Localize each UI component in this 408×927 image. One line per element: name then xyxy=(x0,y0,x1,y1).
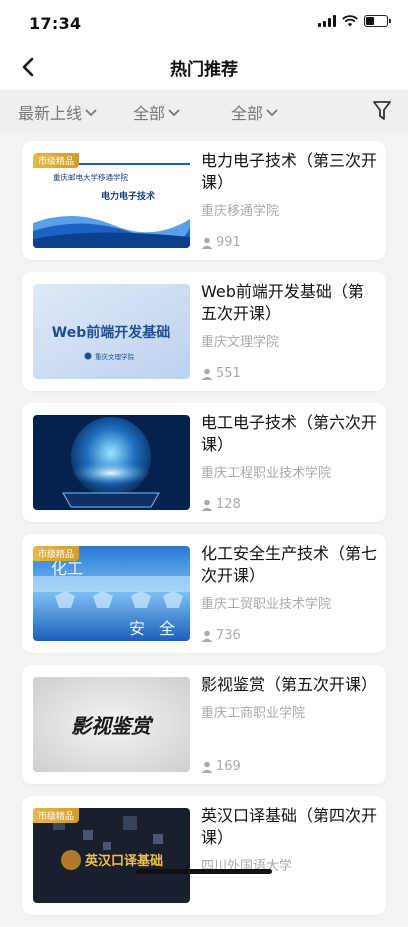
battery-icon xyxy=(364,15,391,27)
thumbnail-text: 重庆文理学院 xyxy=(95,352,135,361)
course-card[interactable]: 重庆邮电大学移通学院 电力电子技术 市级精品 电力电子技术（第三次开课） 重庆移… xyxy=(22,141,386,260)
student-count-value: 991 xyxy=(216,235,241,250)
wifi-icon xyxy=(342,15,358,27)
course-school: 重庆工程职业技术学院 xyxy=(201,466,332,481)
quality-badge: 市级精品 xyxy=(33,808,80,823)
course-card[interactable]: 电工电子技术（第六次开课） 重庆工程职业技术学院 128 xyxy=(22,403,386,522)
student-count: 991 xyxy=(201,235,241,250)
chevron-down-icon xyxy=(85,109,97,117)
course-card[interactable]: Web前端开发基础 重庆文理学院 Web前端开发基础（第五次开课） 重庆文理学院… xyxy=(22,272,386,391)
course-card[interactable]: 英汉口译基础 市级精品 英汉口译基础（第四次开课） 四川外国语大学 xyxy=(22,796,386,915)
student-count-value: 551 xyxy=(216,366,241,381)
person-icon xyxy=(201,499,213,511)
filter-funnel-icon[interactable] xyxy=(372,100,392,122)
sort-filter-label: 最新上线 xyxy=(18,104,83,123)
quality-badge: 市级精品 xyxy=(33,153,80,168)
person-icon xyxy=(201,368,213,380)
person-icon xyxy=(201,237,213,249)
course-thumbnail: 化工 安全 市级精品 xyxy=(33,546,190,641)
chevron-down-icon xyxy=(168,109,180,117)
course-school: 重庆工商职业学院 xyxy=(201,706,306,721)
course-school: 重庆文理学院 xyxy=(201,335,280,350)
person-icon xyxy=(201,761,213,773)
chevron-down-icon xyxy=(266,109,278,117)
course-thumbnail: 英汉口译基础 市级精品 xyxy=(33,808,190,903)
thumbnail-text: Web前端开发基础 xyxy=(52,324,170,341)
course-thumbnail: 重庆邮电大学移通学院 电力电子技术 市级精品 xyxy=(33,153,190,248)
course-title: 英汉口译基础（第四次开课） xyxy=(201,806,378,847)
course-title: Web前端开发基础（第五次开课） xyxy=(201,282,364,323)
quality-badge: 市级精品 xyxy=(33,546,80,561)
type-filter-label: 全部 xyxy=(231,104,264,123)
course-title: 电工电子技术（第六次开课） xyxy=(201,413,378,454)
page-title: 热门推荐 xyxy=(170,60,238,80)
course-title: 影视鉴赏（第五次开课） xyxy=(201,675,378,694)
course-list: 重庆邮电大学移通学院 电力电子技术 市级精品 电力电子技术（第三次开课） 重庆移… xyxy=(22,141,386,927)
student-count: 551 xyxy=(201,366,241,381)
status-time: 17:34 xyxy=(29,14,82,33)
course-card[interactable]: 化工 安全 市级精品 化工安全生产技术（第七次开课） 重庆工贸职业技术学院 73… xyxy=(22,534,386,653)
sort-filter[interactable]: 最新上线 xyxy=(18,100,97,124)
category-filter[interactable]: 全部 xyxy=(133,100,180,124)
thumbnail-text: 重庆邮电大学移通学院 xyxy=(53,172,128,182)
thumbnail-text: 安全 xyxy=(129,619,189,638)
course-card[interactable]: 影视鉴赏 影视鉴赏（第五次开课） 重庆工商职业学院 169 xyxy=(22,665,386,784)
nav-bar: 热门推荐 xyxy=(0,44,408,90)
category-filter-label: 全部 xyxy=(133,104,166,123)
thumbnail-text: 化工 xyxy=(51,559,83,578)
course-title: 电力电子技术（第三次开课） xyxy=(201,151,378,192)
type-filter[interactable]: 全部 xyxy=(231,100,278,124)
course-thumbnail: 影视鉴赏 xyxy=(33,677,190,772)
thumbnail-text: 电力电子技术 xyxy=(101,190,155,202)
person-icon xyxy=(201,630,213,642)
thumbnail-text: 英汉口译基础 xyxy=(84,853,163,869)
status-bar: 17:34 xyxy=(0,0,408,44)
course-thumbnail xyxy=(33,415,190,510)
course-title: 化工安全生产技术（第七次开课） xyxy=(201,544,378,585)
student-count-value: 169 xyxy=(216,759,241,774)
student-count: 128 xyxy=(201,497,241,512)
home-indicator xyxy=(136,869,272,874)
course-thumbnail: Web前端开发基础 重庆文理学院 xyxy=(33,284,190,379)
student-count: 736 xyxy=(201,628,241,643)
student-count-value: 128 xyxy=(216,497,241,512)
course-school: 重庆移通学院 xyxy=(201,204,280,219)
thumbnail-text: 影视鉴赏 xyxy=(71,714,154,738)
student-count: 169 xyxy=(201,759,241,774)
status-icons xyxy=(318,15,391,27)
cellular-signal-icon xyxy=(318,15,336,27)
course-school: 重庆工贸职业技术学院 xyxy=(201,597,332,612)
student-count-value: 736 xyxy=(216,628,241,643)
filter-bar: 最新上线 全部 全部 xyxy=(0,90,408,132)
